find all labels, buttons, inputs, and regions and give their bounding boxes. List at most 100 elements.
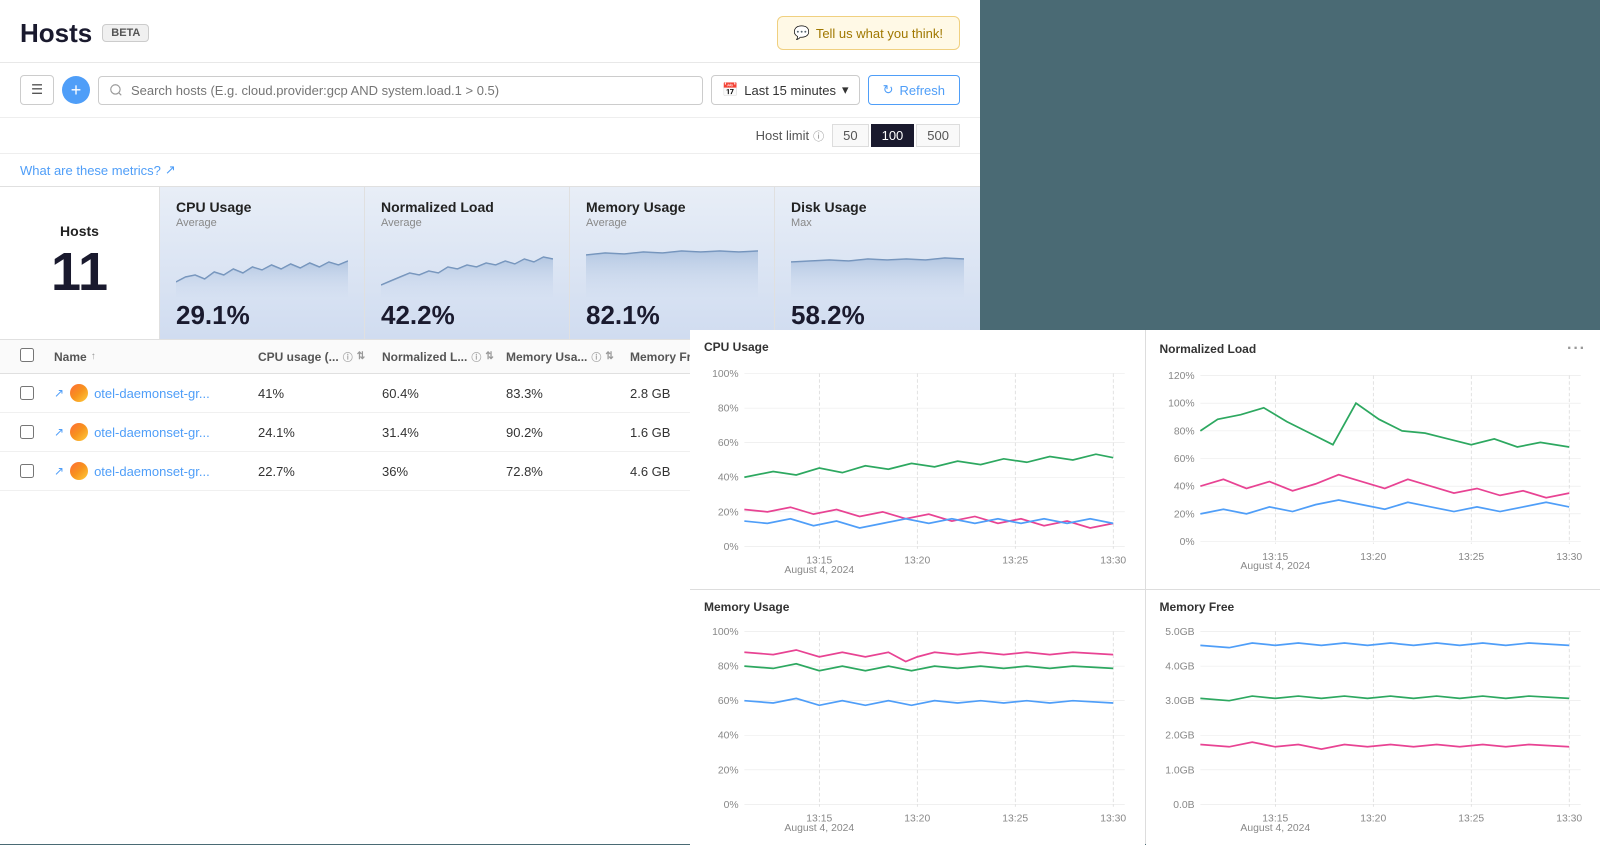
cell-load-3: 36% xyxy=(382,464,502,479)
cpu-chart: CPU Usage 100% 80% 60% 40% 20% 0% 13:15 … xyxy=(690,330,1145,589)
svg-text:20%: 20% xyxy=(718,507,739,518)
memory-card-subtitle: Average xyxy=(586,217,758,229)
cell-cpu-1: 41% xyxy=(258,386,378,401)
col-cpu[interactable]: CPU usage (... ⓘ ⇅ xyxy=(258,349,378,364)
col-mem-usage[interactable]: Memory Usa... ⓘ ⇅ xyxy=(506,349,626,364)
col-name[interactable]: Name ↑ xyxy=(54,350,254,364)
svg-text:13:30: 13:30 xyxy=(1100,556,1126,567)
row-2-checkbox[interactable] xyxy=(20,425,34,439)
svg-text:13:25: 13:25 xyxy=(1002,556,1028,567)
col-norm-load[interactable]: Normalized L... ⓘ ⇅ xyxy=(382,349,502,364)
filter-button[interactable]: ☰ xyxy=(20,75,54,105)
host-icon xyxy=(70,423,88,441)
row-3-checkbox[interactable] xyxy=(20,464,34,478)
row-check-2 xyxy=(20,425,50,439)
svg-text:4.0GB: 4.0GB xyxy=(1165,662,1194,673)
svg-text:2.0GB: 2.0GB xyxy=(1165,731,1194,742)
svg-text:40%: 40% xyxy=(718,473,739,484)
add-button[interactable]: + xyxy=(62,76,90,104)
hosts-card: Hosts 11 xyxy=(0,187,160,339)
disk-card-subtitle: Max xyxy=(791,217,964,229)
refresh-label: Refresh xyxy=(899,83,945,98)
info-icon: ⓘ xyxy=(813,128,824,144)
svg-text:0%: 0% xyxy=(724,800,739,811)
feedback-button[interactable]: 💬 Tell us what you think! xyxy=(777,16,960,50)
cell-load-1: 60.4% xyxy=(382,386,502,401)
search-input[interactable] xyxy=(98,76,703,105)
cpu-chart-title: CPU Usage xyxy=(704,340,769,354)
sort-icon: ⇅ xyxy=(357,351,365,362)
svg-text:0%: 0% xyxy=(724,542,739,553)
host-name-1[interactable]: ↗ otel-daemonset-gr... xyxy=(54,384,254,402)
svg-text:1.0GB: 1.0GB xyxy=(1165,765,1194,776)
feedback-label: Tell us what you think! xyxy=(816,26,943,41)
svg-text:August 4, 2024: August 4, 2024 xyxy=(784,565,854,576)
info-icon: ⓘ xyxy=(343,349,353,364)
disk-value: 58.2% xyxy=(791,300,964,331)
metrics-link[interactable]: What are these metrics? ↗ xyxy=(0,154,980,186)
mem-chart-title: Memory Usage xyxy=(704,600,789,614)
refresh-icon: ↻ xyxy=(883,82,894,98)
svg-text:13:25: 13:25 xyxy=(1002,814,1028,825)
svg-text:13:30: 13:30 xyxy=(1556,552,1582,563)
svg-text:0%: 0% xyxy=(1179,537,1194,548)
toolbar: ☰ + 📅 Last 15 minutes ▾ ↻ Refresh xyxy=(0,63,980,118)
memory-usage-chart: Memory Usage 100% 80% 60% 40% 20% 0% 13:… xyxy=(690,590,1145,845)
cell-cpu-3: 22.7% xyxy=(258,464,378,479)
select-all-cell xyxy=(20,348,50,365)
svg-text:13:25: 13:25 xyxy=(1458,552,1484,563)
normalized-load-chart: Normalized Load ··· 120% 100% 80% 60% 40… xyxy=(1146,330,1600,589)
svg-text:40%: 40% xyxy=(718,731,739,742)
load-card-title: Normalized Load xyxy=(381,199,553,215)
limit-options: 50 100 500 xyxy=(832,124,960,147)
load-value: 42.2% xyxy=(381,300,553,331)
disk-card: Disk Usage Max 58.2% xyxy=(775,187,980,339)
row-1-checkbox[interactable] xyxy=(20,386,34,400)
host-name-2[interactable]: ↗ otel-daemonset-gr... xyxy=(54,423,254,441)
page-header: Hosts BETA 💬 Tell us what you think! xyxy=(0,0,980,63)
disk-card-title: Disk Usage xyxy=(791,199,964,215)
beta-badge: BETA xyxy=(102,24,149,42)
cpu-chart-svg: 100% 80% 60% 40% 20% 0% 13:15 August 4, … xyxy=(704,360,1131,583)
svg-text:13:20: 13:20 xyxy=(1360,552,1386,563)
summary-cards: Hosts 11 CPU Usage Average 2 xyxy=(0,186,980,340)
expand-icon[interactable]: ↗ xyxy=(54,386,64,400)
svg-text:120%: 120% xyxy=(1168,371,1194,382)
cpu-card: CPU Usage Average 29.1% xyxy=(160,187,365,339)
svg-text:20%: 20% xyxy=(718,765,739,776)
svg-text:13:30: 13:30 xyxy=(1100,814,1126,825)
select-all-checkbox[interactable] xyxy=(20,348,34,362)
host-limit-bar: Host limit ⓘ 50 100 500 xyxy=(0,118,980,154)
limit-100[interactable]: 100 xyxy=(871,124,915,147)
chart-more-btn[interactable]: ··· xyxy=(1567,340,1586,358)
svg-text:5.0GB: 5.0GB xyxy=(1165,627,1194,638)
expand-icon[interactable]: ↗ xyxy=(54,464,64,478)
load-chart-svg: 120% 100% 80% 60% 40% 20% 0% 13:15 Augus… xyxy=(1160,364,1587,583)
svg-text:60%: 60% xyxy=(718,438,739,449)
cell-mem-3: 72.8% xyxy=(506,464,626,479)
svg-text:80%: 80% xyxy=(718,662,739,673)
host-name-3[interactable]: ↗ otel-daemonset-gr... xyxy=(54,462,254,480)
expand-icon[interactable]: ↗ xyxy=(54,425,64,439)
time-selector[interactable]: 📅 Last 15 minutes ▾ xyxy=(711,75,860,105)
cell-load-2: 31.4% xyxy=(382,425,502,440)
hosts-count: 11 xyxy=(51,241,108,303)
limit-50[interactable]: 50 xyxy=(832,124,868,147)
svg-text:60%: 60% xyxy=(1173,454,1194,465)
load-chart-title: Normalized Load xyxy=(1160,342,1257,356)
svg-text:40%: 40% xyxy=(1173,482,1194,493)
charts-panel: CPU Usage 100% 80% 60% 40% 20% 0% 13:15 … xyxy=(690,330,1600,844)
page-title: Hosts xyxy=(20,18,92,49)
memory-free-chart: Memory Free 5.0GB 4.0GB 3.0GB 2.0GB 1.0G… xyxy=(1146,590,1600,845)
calendar-icon: 📅 xyxy=(722,82,738,98)
memory-card-title: Memory Usage xyxy=(586,199,758,215)
external-link-icon: ↗ xyxy=(165,162,176,178)
svg-text:August 4, 2024: August 4, 2024 xyxy=(784,823,854,834)
svg-text:13:20: 13:20 xyxy=(904,556,930,567)
limit-500[interactable]: 500 xyxy=(916,124,960,147)
svg-text:August 4, 2024: August 4, 2024 xyxy=(1240,561,1310,572)
refresh-button[interactable]: ↻ Refresh xyxy=(868,75,960,105)
svg-text:20%: 20% xyxy=(1173,509,1194,520)
svg-text:80%: 80% xyxy=(718,404,739,415)
memfree-chart-svg: 5.0GB 4.0GB 3.0GB 2.0GB 1.0GB 0.0B 13:15… xyxy=(1160,620,1587,839)
